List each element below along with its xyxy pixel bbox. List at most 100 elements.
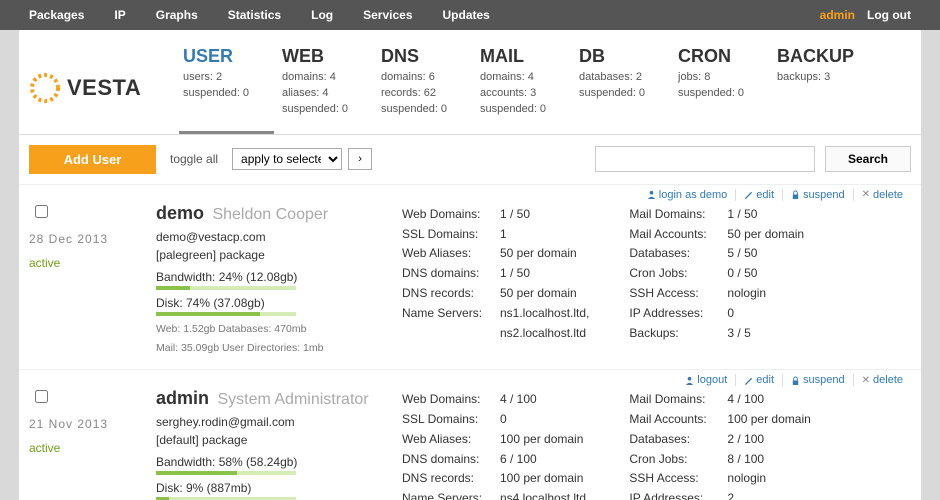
stat-row: ns2.localhost.ltd — [402, 324, 589, 344]
stat-row: Web Domains:4 / 100 — [402, 390, 589, 410]
topnav-updates[interactable]: Updates — [443, 8, 490, 22]
tab-cron[interactable]: CRON jobs: 8suspended: 0 — [674, 42, 769, 134]
topnav-services[interactable]: Services — [363, 8, 412, 22]
email: demo@vestacp.com — [156, 230, 396, 244]
row-date: 28 Dec 2013 — [29, 232, 156, 246]
row-actions: login as demo edit suspend✕ delete — [29, 185, 911, 203]
stat-row: Web Aliases:100 per domain — [402, 430, 589, 450]
stat-row: Databases:5 / 50 — [629, 244, 804, 264]
tab-dns-title: DNS — [381, 46, 458, 67]
topnav-packages[interactable]: Packages — [29, 8, 84, 22]
stat-row: SSL Domains:0 — [402, 410, 589, 430]
stat-row: Web Aliases:50 per domain — [402, 244, 589, 264]
stat-row: SSH Access:nologin — [629, 284, 804, 304]
stat-row: Backups:3 / 5 — [629, 324, 804, 344]
pencil-icon — [744, 190, 753, 199]
action-edit[interactable]: edit — [735, 374, 782, 386]
user-row: login as demo edit suspend✕ delete 28 Dec… — [19, 184, 921, 369]
stat-row: Databases:2 / 100 — [629, 430, 810, 450]
logo-text: VESTA — [67, 75, 141, 101]
stat-row: Name Servers:ns1.localhost.ltd, — [402, 304, 589, 324]
search-input[interactable] — [595, 146, 815, 172]
topnav-ip[interactable]: IP — [114, 8, 125, 22]
row-date: 21 Nov 2013 — [29, 417, 156, 431]
tab-dns-sub: domains: 6records: 62suspended: 0 — [381, 70, 458, 118]
fullname: System Administrator — [213, 391, 369, 408]
logo: VESTA — [29, 42, 154, 134]
action-edit[interactable]: edit — [735, 189, 782, 201]
main-tabs: VESTA USER users: 2suspended: 0 WEB doma… — [19, 30, 921, 135]
tab-mail-title: MAIL — [480, 46, 557, 67]
tab-user-sub: users: 2suspended: 0 — [183, 70, 260, 102]
bandwidth-label: Bandwidth: 58% (58.24gb) — [156, 455, 396, 469]
user-row: logout edit suspend✕ delete21 Nov 2013ac… — [19, 369, 921, 500]
lock-icon — [791, 376, 800, 385]
admin-link[interactable]: admin — [820, 8, 855, 22]
stat-row: Mail Accounts:50 per domain — [629, 225, 804, 245]
topnav: Packages IP Graphs Statistics Log Servic… — [29, 8, 490, 22]
stat-row: SSH Access:nologin — [629, 469, 810, 489]
x-icon: ✕ — [862, 375, 870, 386]
disk-bar — [156, 312, 296, 316]
tab-backup-sub: backups: 3 — [777, 70, 854, 86]
tab-mail[interactable]: MAIL domains: 4accounts: 3suspended: 0 — [476, 42, 571, 134]
action-suspend[interactable]: suspend — [782, 189, 853, 201]
package: [default] package — [156, 433, 396, 447]
action-delete[interactable]: ✕ delete — [853, 189, 911, 201]
bandwidth-bar — [156, 471, 296, 475]
tab-db-title: DB — [579, 46, 656, 67]
tab-web-sub: domains: 4aliases: 4suspended: 0 — [282, 70, 359, 118]
bandwidth-label: Bandwidth: 24% (12.08gb) — [156, 270, 396, 284]
topnav-statistics[interactable]: Statistics — [228, 8, 281, 22]
stat-row: Cron Jobs:0 / 50 — [629, 264, 804, 284]
stat-row: Name Servers:ns4.localhost.ltd, — [402, 489, 589, 500]
row-checkbox[interactable] — [35, 390, 48, 403]
row-actions: logout edit suspend✕ delete — [29, 370, 911, 388]
toolbar: Add User toggle all apply to selected › … — [19, 135, 921, 184]
add-user-button[interactable]: Add User — [29, 145, 156, 174]
row-checkbox[interactable] — [35, 205, 48, 218]
search-button[interactable]: Search — [825, 146, 911, 172]
bandwidth-bar — [156, 286, 296, 290]
tab-web-title: WEB — [282, 46, 359, 67]
tab-mail-sub: domains: 4accounts: 3suspended: 0 — [480, 70, 557, 118]
tab-user[interactable]: USER users: 2suspended: 0 — [179, 42, 274, 134]
topnav-graphs[interactable]: Graphs — [156, 8, 198, 22]
toggle-all[interactable]: toggle all — [170, 152, 218, 166]
tab-backup-title: BACKUP — [777, 46, 854, 67]
topnav-log[interactable]: Log — [311, 8, 333, 22]
stat-row: IP Addresses:0 — [629, 304, 804, 324]
action-delete[interactable]: ✕ delete — [853, 374, 911, 386]
stat-row: DNS domains:1 / 50 — [402, 264, 589, 284]
action-suspend[interactable]: suspend — [782, 374, 853, 386]
tab-db[interactable]: DB databases: 2suspended: 0 — [575, 42, 670, 134]
tab-web[interactable]: WEB domains: 4aliases: 4suspended: 0 — [278, 42, 373, 134]
stat-row: DNS domains:6 / 100 — [402, 450, 589, 470]
pencil-icon — [744, 376, 753, 385]
disk-label: Disk: 74% (37.08gb) — [156, 296, 396, 310]
row-status: active — [29, 256, 156, 270]
disk-label: Disk: 9% (887mb) — [156, 481, 396, 495]
tab-db-sub: databases: 2suspended: 0 — [579, 70, 656, 102]
user-icon — [685, 376, 694, 385]
tab-cron-title: CRON — [678, 46, 755, 67]
stat-row: SSL Domains:1 — [402, 225, 589, 245]
apply-go-button[interactable]: › — [348, 148, 372, 170]
fullname: Sheldon Cooper — [208, 206, 328, 223]
topbar: Packages IP Graphs Statistics Log Servic… — [0, 0, 940, 30]
tab-backup[interactable]: BACKUP backups: 3 — [773, 42, 868, 134]
action-login_as[interactable]: login as demo — [639, 189, 736, 201]
package: [palegreen] package — [156, 248, 396, 262]
username: demo — [156, 203, 204, 223]
tab-dns[interactable]: DNS domains: 6records: 62suspended: 0 — [377, 42, 472, 134]
mini-stats-1: Web: 1.52gb Databases: 470mb — [156, 322, 396, 337]
tab-cron-sub: jobs: 8suspended: 0 — [678, 70, 755, 102]
stat-row: Mail Domains:1 / 50 — [629, 205, 804, 225]
logout-link[interactable]: Log out — [867, 8, 911, 22]
action-logout[interactable]: logout — [677, 374, 735, 386]
stat-row: DNS records:50 per domain — [402, 284, 589, 304]
tab-user-title: USER — [183, 46, 260, 67]
apply-to-selected-dropdown[interactable]: apply to selected — [232, 148, 342, 170]
stat-row: IP Addresses:2 — [629, 489, 810, 500]
logo-icon — [29, 72, 61, 104]
